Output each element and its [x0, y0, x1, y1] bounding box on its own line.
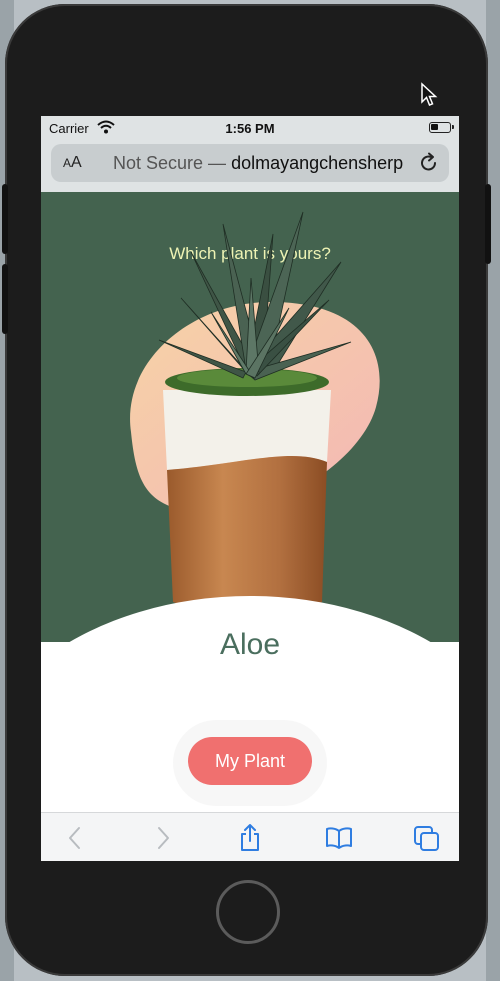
desktop-background-right [486, 0, 500, 981]
reload-icon[interactable] [417, 151, 441, 175]
back-icon[interactable] [65, 825, 87, 851]
share-icon[interactable] [238, 823, 262, 853]
tabs-icon[interactable] [413, 825, 441, 853]
volume-button [2, 264, 8, 334]
plant-name: Aloe [219, 628, 281, 661]
plant-illustration [130, 211, 380, 613]
forward-icon[interactable] [151, 825, 173, 851]
browser-header: AA Not Secure — dolmayangchensherp [41, 140, 459, 192]
text-size-small-label: A [63, 156, 72, 170]
cursor-icon [421, 82, 438, 106]
browser-toolbar [41, 812, 459, 861]
battery-icon [429, 122, 454, 133]
status-time: 1:56 PM [225, 121, 275, 136]
my-plant-button[interactable]: My Plant [188, 737, 312, 785]
text-size-button[interactable]: AA [63, 154, 82, 172]
power-button [485, 184, 491, 264]
home-button[interactable] [216, 880, 280, 944]
phone-screen: Carrier 1:56 PM AA Not Secure — dolmayan… [41, 116, 459, 861]
url-domain: dolmayangchensherp [231, 153, 404, 173]
address-bar[interactable]: AA Not Secure — dolmayangchensherp [51, 144, 449, 182]
url-prefix: Not Secure — [113, 153, 227, 173]
bookmarks-icon[interactable] [325, 825, 353, 851]
text-size-large-label: A [71, 154, 82, 171]
status-bar: Carrier 1:56 PM [41, 116, 459, 140]
url-text[interactable]: Not Secure — dolmayangchensherp [113, 153, 413, 174]
plant-hero: Which plant is yours? [41, 192, 459, 642]
volume-button [2, 184, 8, 254]
